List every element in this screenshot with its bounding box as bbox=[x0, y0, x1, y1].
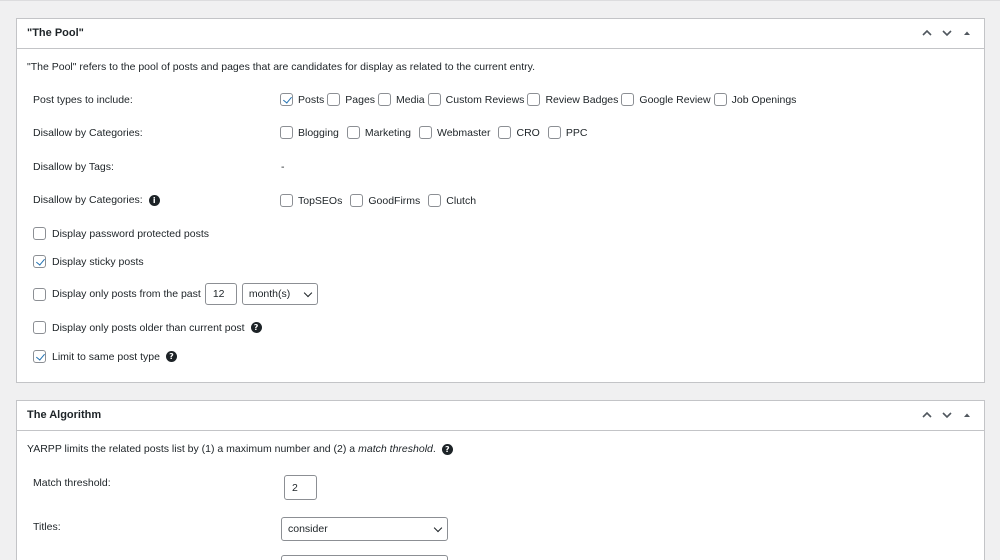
post-type-review-badges[interactable]: Review Badges bbox=[527, 93, 621, 106]
question-circle-icon[interactable]: ? bbox=[250, 322, 262, 333]
post-type-job-openings[interactable]: Job Openings bbox=[713, 93, 800, 106]
triangle-up-icon[interactable] bbox=[960, 26, 974, 40]
checkbox[interactable] bbox=[547, 126, 561, 139]
checkbox[interactable] bbox=[33, 321, 46, 334]
display-password-protected-option[interactable]: Display password protected posts bbox=[33, 227, 209, 240]
category-ppc[interactable]: PPC bbox=[547, 126, 591, 139]
chevron-down-icon bbox=[433, 523, 443, 532]
category-webmaster[interactable]: Webmaster bbox=[418, 126, 494, 139]
category-clutch[interactable]: Clutch bbox=[428, 194, 479, 207]
titles-label: Titles: bbox=[33, 521, 61, 533]
post-type-google-review[interactable]: Google Review bbox=[621, 93, 713, 106]
chevron-down-icon[interactable] bbox=[940, 26, 954, 40]
category-topseos[interactable]: TopSEOs bbox=[280, 194, 345, 207]
checkbox[interactable] bbox=[33, 255, 46, 268]
checkbox[interactable] bbox=[280, 194, 293, 207]
pool-intro: "The Pool" refers to the pool of posts a… bbox=[27, 61, 536, 73]
category-marketing[interactable]: Marketing bbox=[346, 126, 414, 139]
triangle-up-icon[interactable] bbox=[960, 408, 974, 422]
checkbox[interactable] bbox=[327, 93, 341, 106]
chevron-up-icon[interactable] bbox=[920, 26, 934, 40]
pool-panel: "The Pool" "The Pool" refers to the pool… bbox=[16, 18, 985, 383]
checkbox[interactable] bbox=[427, 93, 441, 106]
algorithm-panel: The Algorithm YARPP limits the related p… bbox=[16, 400, 985, 560]
info-circle-icon[interactable]: i bbox=[148, 194, 160, 206]
bodies-select-partial[interactable] bbox=[281, 555, 448, 560]
checkbox[interactable] bbox=[418, 126, 432, 139]
algorithm-intro-emphasis: match threshold bbox=[358, 443, 433, 455]
post-type-media[interactable]: Media bbox=[378, 93, 428, 106]
checkbox[interactable] bbox=[428, 194, 442, 207]
checkbox[interactable] bbox=[498, 126, 512, 139]
pool-panel-header: "The Pool" bbox=[17, 19, 984, 49]
checkbox[interactable] bbox=[280, 93, 293, 106]
disallow-categories-options: Blogging Marketing Webmaster CRO PPC bbox=[280, 126, 590, 139]
post-type-pages[interactable]: Pages bbox=[327, 93, 378, 106]
question-circle-icon[interactable]: ? bbox=[165, 351, 177, 362]
checkbox[interactable] bbox=[33, 227, 46, 240]
checkbox[interactable] bbox=[621, 93, 635, 106]
checkbox[interactable] bbox=[350, 194, 364, 207]
algorithm-panel-header: The Algorithm bbox=[17, 401, 984, 431]
chevron-up-icon[interactable] bbox=[920, 408, 934, 422]
disallow-categories2-label: Disallow by Categories: bbox=[33, 194, 143, 206]
checkbox[interactable] bbox=[33, 287, 46, 301]
pool-panel-title: "The Pool" bbox=[27, 27, 84, 39]
post-type-custom-reviews[interactable]: Custom Reviews bbox=[427, 93, 528, 106]
disallow-tags-label: Disallow by Tags: bbox=[33, 161, 114, 173]
checkbox[interactable] bbox=[33, 350, 46, 363]
post-types-options: Posts Pages Media Custom Reviews Review … bbox=[280, 93, 799, 106]
top-divider bbox=[0, 0, 1000, 1]
titles-select[interactable]: consider bbox=[281, 517, 448, 541]
category-cro[interactable]: CRO bbox=[498, 126, 542, 139]
past-amount-input[interactable]: 12 bbox=[204, 283, 237, 305]
post-types-label: Post types to include: bbox=[33, 94, 133, 106]
match-threshold-input[interactable]: 2 bbox=[284, 475, 317, 500]
display-older-option: Display only posts older than current po… bbox=[33, 321, 262, 334]
checkbox[interactable] bbox=[527, 93, 541, 106]
question-circle-icon[interactable]: ? bbox=[441, 443, 453, 455]
algorithm-intro: YARPP limits the related posts list by (… bbox=[27, 443, 453, 455]
category-goodfirms[interactable]: GoodFirms bbox=[350, 194, 423, 207]
match-threshold-label: Match threshold: bbox=[33, 477, 111, 489]
disallow-categories-label: Disallow by Categories: bbox=[33, 127, 143, 139]
checkbox[interactable] bbox=[280, 126, 293, 139]
display-sticky-option[interactable]: Display sticky posts bbox=[33, 255, 144, 268]
checkbox[interactable] bbox=[378, 93, 392, 106]
category-blogging[interactable]: Blogging bbox=[280, 126, 342, 139]
algorithm-panel-title: The Algorithm bbox=[27, 409, 102, 421]
display-past-option: Display only posts from the past 12 mont… bbox=[33, 283, 318, 305]
disallow-tags-value: - bbox=[281, 161, 285, 173]
disallow-categories2-label-row: Disallow by Categories: i bbox=[33, 194, 160, 206]
past-unit-select[interactable]: month(s) bbox=[241, 283, 318, 305]
disallow-categories2-options: TopSEOs GoodFirms Clutch bbox=[280, 194, 479, 207]
limit-same-type-option: Limit to same post type ? bbox=[33, 350, 177, 363]
chevron-down-icon bbox=[303, 288, 313, 297]
checkbox[interactable] bbox=[346, 126, 360, 139]
checkbox[interactable] bbox=[713, 93, 727, 106]
post-type-posts[interactable]: Posts bbox=[280, 93, 327, 106]
chevron-down-icon[interactable] bbox=[940, 408, 954, 422]
